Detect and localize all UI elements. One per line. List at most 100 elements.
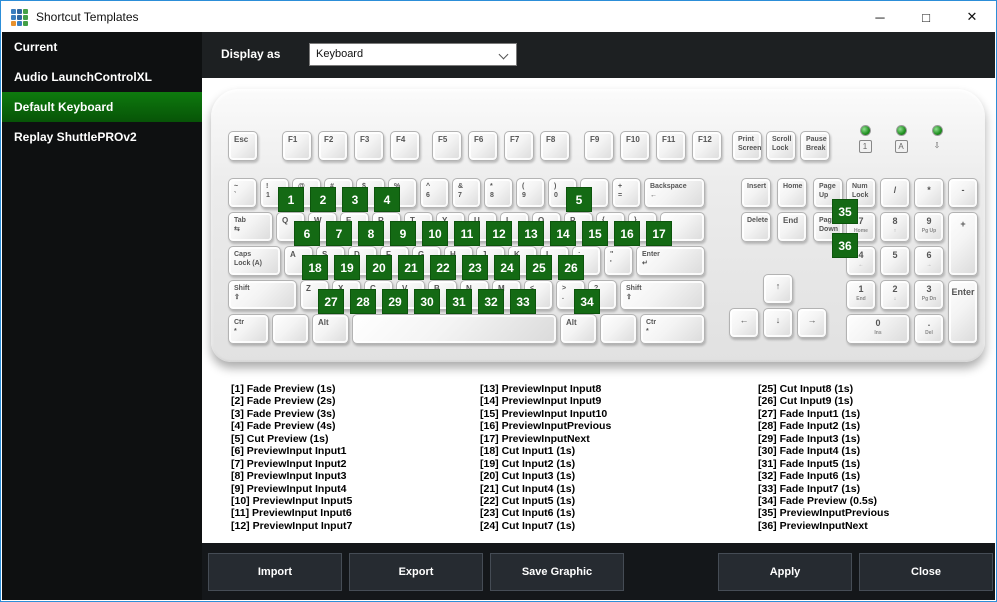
shortcut-badge-13: 13 [518,221,544,246]
minimize-icon[interactable]: ─ [857,2,903,32]
sidebar-item-default-keyboard[interactable]: Default Keyboard [2,92,202,122]
key-symbol: + [948,212,978,276]
key-f10: F10 [620,131,650,161]
key-symbol: " ' [604,246,633,276]
key-6: ^ 6 [420,178,449,208]
led-light-icon [895,125,907,136]
led-symbol: ⇩ [933,141,941,150]
shortcut-badge-5: 5 [566,187,592,212]
export-button[interactable]: Export [349,553,483,591]
shortcut-entry: [24] Cut Input7 (1s) [480,519,576,532]
app-icon-square [11,8,16,14]
key-f12: F12 [692,131,722,161]
maximize-icon[interactable]: □ [903,2,949,32]
shortcut-entry: [10] PreviewInput Input5 [231,494,353,507]
key-9: (9 [516,178,545,208]
shortcut-entry: [2] Fade Preview (2s) [231,395,336,408]
key-alt: Alt [560,314,597,344]
shortcut-entry: [8] PreviewInput Input3 [231,470,347,483]
app-icon-square [23,14,28,20]
key-f2: F2 [318,131,348,161]
led-light-icon [859,125,871,136]
display-options-bar: Display as Keyboard [202,32,995,78]
shortcut-badge-17: 17 [646,221,672,246]
shortcut-entry: [15] PreviewInput Input10 [480,407,608,420]
led-symbol: A [894,140,908,153]
key-0ins: 0 Ins [846,314,910,344]
key-blank [600,314,637,344]
shortcut-entry: [9] PreviewInput Input4 [231,482,347,495]
shortcut-entry: [19] Cut Input2 (1s) [480,457,576,470]
apply-button[interactable]: Apply [718,553,852,591]
key-f8: F8 [540,131,570,161]
key-backspace: Backspace ← [644,178,705,208]
sidebar-item-replay-shuttleprov2[interactable]: Replay ShuttlePROv2 [2,122,202,152]
key-insert: Insert [741,178,771,208]
shortcut-entry: [23] Cut Input6 (1s) [480,507,576,520]
shortcut-badge-2: 2 [310,187,336,212]
key-f6: F6 [468,131,498,161]
key-f11: F11 [656,131,686,161]
sidebar-item-audio-launchcontrolxl[interactable]: Audio LaunchControlXL [2,62,202,92]
key-symbol: ↓ [763,308,793,338]
shortcut-entry: [13] PreviewInput Input8 [480,383,602,395]
key-2: 2 ↓ [880,280,910,310]
shortcut-badge-9: 9 [390,221,416,246]
footer-bar: Import Export Save Graphic Apply Close [202,543,995,600]
shortcut-badge-10: 10 [422,221,448,246]
shortcut-badge-26: 26 [558,255,584,280]
app-icon-square [23,8,28,14]
shortcut-entry: [16] PreviewInputPrevious [480,420,612,433]
shortcut-badge-24: 24 [494,255,520,280]
led-indicator-1: 1 [856,125,874,153]
shortcut-entry: [17] PreviewInputNext [480,432,590,445]
shortcut-badge-3: 3 [342,187,368,212]
shortcut-badge-19: 19 [334,255,360,280]
shortcut-column-3: [25] Cut Input8 (1s) [26] Cut Input9 (1s)… [758,383,889,532]
led-symbol: 1 [858,140,872,153]
shortcut-entry: [20] Cut Input3 (1s) [480,470,576,483]
key-blank [272,314,309,344]
shortcut-entry: [26] Cut Input9 (1s) [758,395,854,408]
shortcut-entry: [18] Cut Input1 (1s) [480,445,576,458]
key-7: & 7 [452,178,481,208]
title-bar[interactable]: Shortcut Templates ─ □ ✕ [2,2,995,32]
shortcut-badge-34: 34 [574,289,600,314]
keyboard-graphic: Esc F1 F2 F3 F4 F5 F6 F7 F8 F9 F10 F11 F12 Print Scree… [211,89,985,362]
shortcut-badge-15: 15 [582,221,608,246]
import-button[interactable]: Import [208,553,342,591]
sidebar-item-current[interactable]: Current [2,32,202,62]
shortcut-badge-18: 18 [302,255,328,280]
key-8: 8 ↑ [880,212,910,242]
key-shift: Shift ⇧ [228,280,297,310]
shortcut-badge-8: 8 [358,221,384,246]
key-f4: F4 [390,131,420,161]
key-6: 6 → [914,246,944,276]
close-icon[interactable]: ✕ [949,2,995,32]
shortcut-entry: [36] PreviewInputNext [758,519,868,532]
shortcut-entry: [32] Fade Input6 (1s) [758,470,861,483]
shortcut-entry: [31] Fade Input5 (1s) [758,457,861,470]
key-symbol: / [880,178,910,208]
shortcut-entry: [22] Cut Input5 (1s) [480,494,576,507]
display-as-dropdown[interactable]: Keyboard [309,43,517,66]
close-button[interactable]: Close [859,553,993,591]
shortcut-entry: [29] Fade Input3 (1s) [758,432,861,445]
shortcut-entry: [12] PreviewInput Input7 [231,519,353,532]
shortcut-column-1: [1] Fade Preview (1s) [2] Fade Preview (2… [231,383,352,532]
key-ctr: Ctr * [228,314,269,344]
shortcut-badge-12: 12 [486,221,512,246]
shortcut-badge-14: 14 [550,221,576,246]
key-capslocka: Caps Lock (A) [228,246,281,276]
save-graphic-button[interactable]: Save Graphic [490,553,624,591]
window-title: Shortcut Templates [36,10,139,24]
key-symbol: - [948,178,978,208]
shortcut-entry: [5] Cut Preview (1s) [231,432,329,445]
shortcut-badge-28: 28 [350,289,376,314]
led-light-icon [931,125,943,136]
shortcut-entry: [1] Fade Preview (1s) [231,383,336,395]
key-f3: F3 [354,131,384,161]
shortcut-entry: [28] Fade Input2 (1s) [758,420,861,433]
key-esc: Esc [228,131,258,161]
shortcut-entry: [11] PreviewInput Input6 [231,507,352,520]
